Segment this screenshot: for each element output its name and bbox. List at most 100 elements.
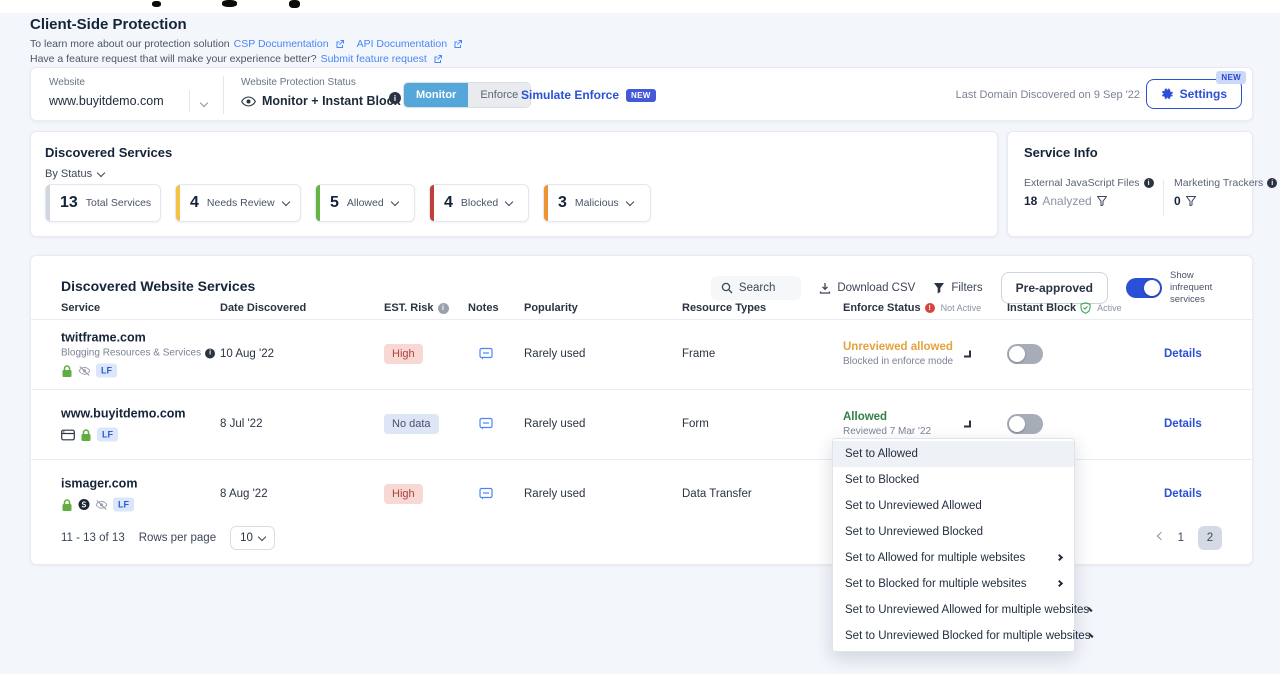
alert-icon: ! [924, 303, 935, 313]
column-header-popularity: Popularity [524, 302, 578, 314]
service-name[interactable]: www.buyitdemo.com [61, 407, 186, 421]
page-button-2-current[interactable]: 2 [1198, 526, 1222, 550]
marketing-trackers-value: 0 [1174, 194, 1181, 208]
search-placeholder: Search [738, 281, 776, 294]
stat-blocked[interactable]: 4 Blocked [429, 184, 529, 222]
table-toolbar: Search Download CSV Filters Pre-approved… [710, 270, 1222, 306]
page-button-1[interactable]: 1 [1178, 532, 1184, 544]
service-name[interactable]: ismager.com [61, 477, 137, 491]
external-link-icon [433, 54, 443, 64]
menu-item-set-unreviewed-blocked[interactable]: Set to Unreviewed Blocked [833, 519, 1074, 545]
info-icon[interactable]: i [389, 92, 401, 104]
browser-window-icon [61, 429, 75, 440]
api-documentation-link[interactable]: API Documentation [357, 38, 447, 50]
info-icon[interactable]: i [1143, 178, 1154, 188]
menu-item-set-blocked[interactable]: Set to Blocked [833, 467, 1074, 493]
submit-feature-request-link[interactable]: Submit feature request [321, 53, 427, 65]
website-select-value[interactable]: www.buyitdemo.com [49, 94, 164, 108]
rows-per-page-select[interactable]: 10 [230, 526, 275, 550]
monitor-button[interactable]: Monitor [404, 83, 469, 107]
chevron-down-icon [257, 532, 267, 542]
external-link-icon [453, 39, 463, 49]
eye-icon [241, 95, 256, 107]
menu-item-set-unreviewed-allowed-multiple[interactable]: Set to Unreviewed Allowed for multiple w… [833, 597, 1093, 623]
lf-badge: LF [96, 363, 117, 378]
service-info-panel: Service Info External JavaScript Files i… [1007, 131, 1278, 237]
service-cell: twitframe.com Blogging Resources & Servi… [61, 331, 216, 378]
notes-icon[interactable] [479, 347, 493, 361]
lf-badge: LF [97, 427, 118, 442]
column-header-instant-block: Instant Block Active [1007, 302, 1122, 314]
cropped-top-strip [0, 0, 1280, 13]
menu-item-set-blocked-multiple[interactable]: Set to Blocked for multiple websites [833, 571, 1074, 597]
chevron-down-icon[interactable] [199, 98, 209, 108]
page-title: Client-Side Protection [30, 16, 187, 33]
csp-documentation-link[interactable]: CSP Documentation [234, 38, 329, 50]
external-js-files-label: External JavaScript Files [1024, 177, 1140, 189]
details-link[interactable]: Details [1164, 418, 1202, 430]
stat-label: Needs Review [206, 197, 275, 209]
popularity-cell: Rarely used [524, 348, 586, 360]
instant-block-toggle[interactable] [1007, 414, 1043, 434]
cropped-text-fragment [152, 1, 161, 7]
lock-icon [61, 498, 73, 511]
instant-block-toggle[interactable] [1007, 344, 1043, 364]
notes-icon[interactable] [479, 417, 493, 431]
stat-value: 5 [330, 194, 339, 211]
chevron-down-icon [625, 197, 634, 207]
download-csv-button[interactable]: Download CSV [819, 282, 915, 294]
menu-item-set-unreviewed-allowed[interactable]: Set to Unreviewed Allowed [833, 493, 1074, 519]
marketing-trackers-block: Marketing Trackers i 0 [1174, 177, 1278, 208]
menu-item-set-allowed-multiple[interactable]: Set to Allowed for multiple websites [833, 545, 1074, 571]
filter-icon[interactable] [1096, 196, 1107, 206]
popularity-cell: Rarely used [524, 488, 586, 500]
risk-badge: High [384, 344, 423, 364]
stat-total-services[interactable]: 13 Total Services [45, 184, 161, 222]
enforce-status-dropdown-chevron[interactable] [964, 350, 971, 358]
divider [1163, 180, 1164, 216]
enforce-status-value: Allowed [843, 411, 888, 423]
discovered-services-title: Discovered Services [45, 145, 173, 160]
risk-badge: High [384, 484, 423, 504]
enforce-status-sub: Reviewed 7 Mar '22 [843, 426, 932, 437]
cropped-text-fragment [289, 0, 300, 8]
column-header-service: Service [61, 302, 101, 314]
new-badge: NEW [626, 88, 656, 102]
enforce-status-state: Not Active [940, 303, 982, 313]
menu-item-set-unreviewed-blocked-multiple[interactable]: Set to Unreviewed Blocked for multiple w… [833, 623, 1094, 649]
service-info-title: Service Info [1024, 145, 1098, 160]
column-header-date: Date Discovered [220, 302, 307, 314]
website-field[interactable]: Website www.buyitdemo.com [49, 77, 164, 108]
info-icon[interactable]: i [205, 348, 216, 358]
notes-icon[interactable] [479, 487, 493, 501]
settings-button[interactable]: Settings NEW [1145, 71, 1246, 109]
pagination-range: 11 - 13 of 13 [61, 532, 125, 544]
details-link[interactable]: Details [1164, 488, 1202, 500]
show-infrequent-toggle[interactable] [1126, 277, 1162, 298]
menu-item-set-allowed[interactable]: Set to Allowed [833, 441, 1074, 467]
stat-malicious[interactable]: 3 Malicious [543, 184, 651, 222]
download-icon [819, 282, 831, 294]
info-icon[interactable]: i [437, 302, 449, 314]
stat-needs-review[interactable]: 4 Needs Review [175, 184, 301, 222]
service-mark-icon [78, 499, 90, 511]
previous-page-button[interactable] [1156, 531, 1165, 544]
stat-allowed[interactable]: 5 Allowed [315, 184, 415, 222]
simulate-enforce-link[interactable]: Simulate Enforce [521, 88, 619, 102]
search-input[interactable]: Search [710, 275, 802, 300]
info-icon[interactable]: i [1267, 178, 1278, 188]
by-status-dropdown[interactable]: By Status [45, 168, 106, 180]
stat-value: 3 [558, 194, 567, 211]
resource-types-cell: Form [682, 418, 709, 430]
enforce-status-value: Unreviewed allowed [843, 341, 953, 353]
chevron-right-icon [1055, 579, 1064, 587]
filter-icon[interactable] [1185, 196, 1196, 206]
details-link[interactable]: Details [1164, 348, 1202, 360]
pre-approved-button[interactable]: Pre-approved [1000, 271, 1108, 304]
filters-button[interactable]: Filters [933, 282, 983, 294]
enforce-status-cell: Allowed Reviewed 7 Mar '22 [843, 411, 931, 437]
cropped-text-fragment [222, 0, 237, 7]
service-name[interactable]: twitframe.com [61, 331, 215, 345]
download-csv-label: Download CSV [837, 281, 916, 294]
enforce-status-dropdown-chevron[interactable] [964, 420, 971, 428]
